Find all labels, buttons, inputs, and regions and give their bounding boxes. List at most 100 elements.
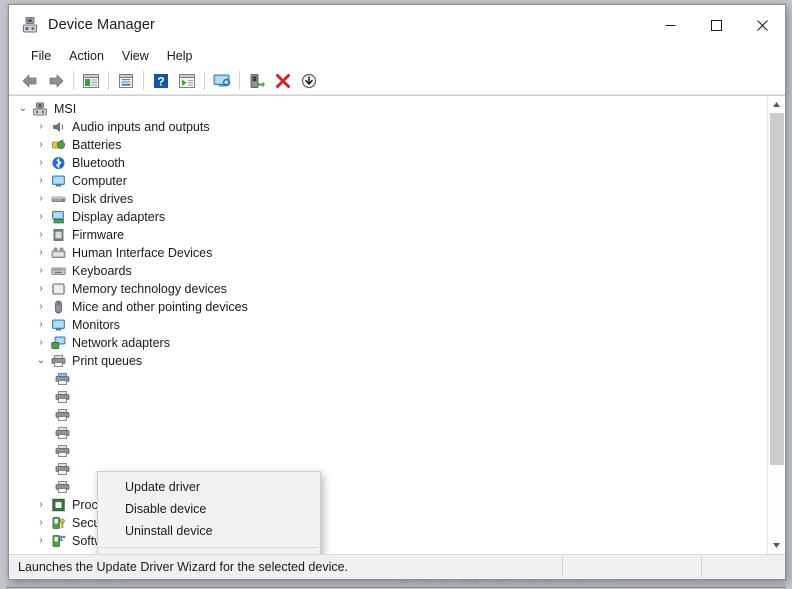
context-menu: Update driver Disable device Uninstall d… <box>97 471 321 554</box>
menu-view[interactable]: View <box>113 47 158 66</box>
tree-item-computer[interactable]: › Computer <box>9 172 767 190</box>
chevron-right-icon[interactable]: › <box>33 158 49 168</box>
tree-item-memory-technology-devices[interactable]: › Memory technology devices <box>9 280 767 298</box>
scroll-up-arrow-icon[interactable] <box>768 96 785 113</box>
tree-item-monitors[interactable]: › Monitors <box>9 316 767 334</box>
device-manager-icon <box>21 16 39 34</box>
computer-root-icon <box>31 101 49 117</box>
speaker-icon <box>49 119 67 135</box>
show-hide-console-tree-icon[interactable] <box>78 69 104 93</box>
scrollbar-thumb[interactable] <box>770 113 784 465</box>
menu-file[interactable]: File <box>22 47 60 66</box>
printer-device-icon <box>53 407 71 423</box>
vertical-scrollbar[interactable] <box>767 96 785 554</box>
minimize-button[interactable] <box>647 5 693 45</box>
menubar: File Action View Help <box>9 45 785 67</box>
uninstall-device-icon[interactable] <box>270 69 296 93</box>
chevron-right-icon[interactable]: › <box>33 230 49 240</box>
tree-item-label: Keyboards <box>72 264 132 278</box>
tree-item-label: Mice and other pointing devices <box>72 300 248 314</box>
tree-item-label: Bluetooth <box>72 156 125 170</box>
toolbar-separator <box>108 71 109 90</box>
chevron-right-icon[interactable]: › <box>33 140 49 150</box>
tree-item-printer[interactable] <box>9 424 767 442</box>
chevron-down-icon[interactable]: ⌄ <box>15 104 31 114</box>
scan-hardware-changes-icon[interactable] <box>209 69 235 93</box>
security-device-icon <box>49 515 67 531</box>
properties-icon[interactable] <box>113 69 139 93</box>
menu-action[interactable]: Action <box>60 47 113 66</box>
hid-icon <box>49 245 67 261</box>
statusbar-separator <box>701 557 702 577</box>
tree-item-printer[interactable] <box>9 442 767 460</box>
chevron-right-icon[interactable]: › <box>33 122 49 132</box>
chevron-right-icon[interactable]: › <box>33 500 49 510</box>
tree-item-bluetooth[interactable]: › Bluetooth <box>9 154 767 172</box>
tree-item-batteries[interactable]: › Batteries <box>9 136 767 154</box>
toolbar-separator <box>204 71 205 90</box>
chevron-right-icon[interactable]: › <box>33 194 49 204</box>
chevron-down-icon[interactable]: ⌄ <box>33 356 49 366</box>
tree-item-audio-inputs-and-outputs[interactable]: › Audio inputs and outputs <box>9 118 767 136</box>
printer-device-icon <box>53 461 71 477</box>
chevron-right-icon[interactable]: › <box>33 302 49 312</box>
tree-item-printer-selected[interactable] <box>9 370 767 388</box>
chevron-right-icon[interactable]: › <box>33 338 49 348</box>
chevron-right-icon[interactable]: › <box>33 248 49 258</box>
printer-icon <box>49 353 67 369</box>
context-menu-separator <box>100 547 318 548</box>
tree-root-msi[interactable]: ⌄ MSI <box>9 100 767 118</box>
tree-item-keyboards[interactable]: › Keyboards <box>9 262 767 280</box>
tree-item-network-adapters[interactable]: › Network adapters <box>9 334 767 352</box>
help-icon[interactable]: ? <box>148 69 174 93</box>
tree-body: ⌄ MSI › Audio inputs and outputs › Batte… <box>9 95 785 554</box>
network-adapter-icon <box>49 335 67 351</box>
forward-arrow-icon[interactable] <box>43 69 69 93</box>
monitor-icon <box>49 173 67 189</box>
context-menu-item-update-driver[interactable]: Update driver <box>98 476 320 498</box>
chevron-right-icon[interactable]: › <box>33 536 49 546</box>
scrollbar-track[interactable] <box>768 113 785 537</box>
disable-device-icon[interactable] <box>296 69 322 93</box>
chevron-right-icon[interactable]: › <box>33 518 49 528</box>
tree-item-disk-drives[interactable]: › Disk drives <box>9 190 767 208</box>
chevron-right-icon[interactable]: › <box>33 176 49 186</box>
tree-root-label: MSI <box>54 102 77 116</box>
chevron-right-icon[interactable]: › <box>33 212 49 222</box>
tree-item-label: Display adapters <box>72 210 166 224</box>
battery-icon <box>49 137 67 153</box>
maximize-button[interactable] <box>693 5 739 45</box>
update-driver-icon[interactable] <box>174 69 200 93</box>
tree-item-display-adapters[interactable]: › Display adapters <box>9 208 767 226</box>
status-text: Launches the Update Driver Wizard for th… <box>18 560 349 574</box>
software-component-icon <box>49 533 67 549</box>
chevron-right-icon[interactable]: › <box>33 284 49 294</box>
menu-help[interactable]: Help <box>158 47 202 66</box>
processor-icon <box>49 497 67 513</box>
printer-device-icon <box>53 425 71 441</box>
svg-text:?: ? <box>157 74 164 88</box>
tree-item-firmware[interactable]: › Firmware <box>9 226 767 244</box>
tree-item-label: Audio inputs and outputs <box>72 120 210 134</box>
tree-item-printer[interactable] <box>9 388 767 406</box>
tree-item-human-interface-devices[interactable]: › Human Interface Devices <box>9 244 767 262</box>
close-button[interactable] <box>739 5 785 45</box>
tree-item-label: Firmware <box>72 228 125 242</box>
context-menu-item-uninstall-device[interactable]: Uninstall device <box>98 520 320 542</box>
tree-item-printer[interactable] <box>9 406 767 424</box>
tree-item-label: Human Interface Devices <box>72 246 213 260</box>
tree-item-print-queues[interactable]: ⌄ Print queues <box>9 352 767 370</box>
statusbar-separator <box>562 557 563 577</box>
context-menu-item-disable-device[interactable]: Disable device <box>98 498 320 520</box>
back-arrow-icon[interactable] <box>17 69 43 93</box>
tree-item-label: Monitors <box>72 318 120 332</box>
tree-item-mice-and-other-pointing-devices[interactable]: › Mice and other pointing devices <box>9 298 767 316</box>
chevron-right-icon[interactable]: › <box>33 266 49 276</box>
display-adapter-icon <box>49 209 67 225</box>
context-menu-item-scan-for-hardware-changes[interactable]: Scan for hardware changes <box>98 553 320 554</box>
tree-item-label: Network adapters <box>72 336 170 350</box>
enable-device-icon[interactable] <box>244 69 270 93</box>
scroll-down-arrow-icon[interactable] <box>768 537 785 554</box>
tree-item-label: Batteries <box>72 138 122 152</box>
chevron-right-icon[interactable]: › <box>33 320 49 330</box>
